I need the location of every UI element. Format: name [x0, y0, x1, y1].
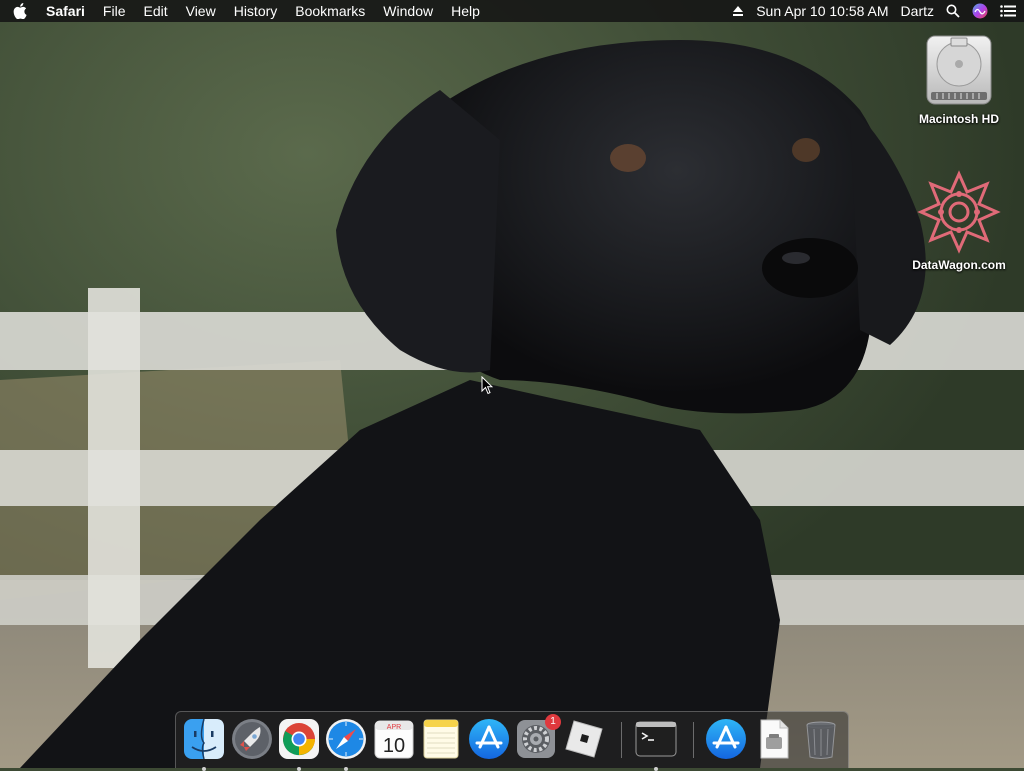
dock-separator — [693, 722, 694, 758]
menu-view[interactable]: View — [177, 0, 225, 22]
spotlight-search-icon[interactable] — [946, 4, 960, 18]
apple-icon — [13, 3, 27, 19]
menu-edit[interactable]: Edit — [134, 0, 176, 22]
desktop-icon-label: DataWagon.com — [912, 258, 1006, 272]
app-store-icon — [706, 719, 746, 759]
dock-item-launchpad[interactable] — [230, 717, 274, 761]
calendar-day: 10 — [383, 735, 405, 757]
dock-item-app-store[interactable] — [467, 717, 511, 761]
launchpad-icon — [232, 719, 272, 759]
menu-window[interactable]: Window — [374, 0, 442, 22]
dock-item-calendar[interactable]: APR 10 — [372, 717, 416, 761]
calendar-icon: APR 10 — [374, 720, 414, 759]
datawagon-icon — [917, 170, 1001, 254]
dock: APR 10 1 — [175, 711, 849, 771]
trash-icon — [806, 721, 836, 759]
mouse-cursor-icon — [481, 376, 493, 395]
dock-item-finder[interactable] — [182, 717, 226, 771]
siri-icon[interactable] — [972, 3, 988, 19]
safari-icon — [326, 719, 366, 759]
desktop-icon-macintosh-hd[interactable]: Macintosh HD — [899, 32, 1019, 126]
eject-icon[interactable] — [732, 5, 744, 17]
document-icon — [760, 719, 789, 759]
menu-history[interactable]: History — [225, 0, 287, 22]
apple-menu[interactable] — [0, 3, 40, 19]
terminal-icon — [635, 721, 677, 757]
dock-item-system-preferences[interactable]: 1 — [514, 714, 561, 761]
dock-separator — [621, 722, 622, 758]
finder-icon — [184, 718, 224, 760]
notification-badge: 1 — [545, 714, 561, 730]
desktop-icon-label: Macintosh HD — [918, 112, 999, 126]
dock-item-notes[interactable] — [419, 717, 463, 761]
dock-item-app-store-installer[interactable] — [704, 717, 748, 761]
dock-item-chrome[interactable] — [277, 717, 321, 771]
app-store-icon — [469, 719, 509, 759]
desktop-wallpaper — [0, 0, 1024, 768]
dock-item-preview-doc[interactable] — [752, 717, 796, 761]
menu-bookmarks[interactable]: Bookmarks — [286, 0, 374, 22]
roblox-icon — [565, 720, 603, 758]
menu-help[interactable]: Help — [442, 0, 489, 22]
notes-icon — [423, 719, 459, 759]
dock-item-terminal[interactable] — [634, 717, 678, 771]
chrome-icon — [279, 719, 319, 759]
menubar-user[interactable]: Dartz — [901, 3, 934, 19]
desktop-icon-datawagon[interactable]: DataWagon.com — [899, 170, 1019, 272]
menu-bar: Safari File Edit View History Bookmarks … — [0, 0, 1024, 22]
calendar-month: APR — [387, 724, 401, 731]
hard-drive-icon — [926, 35, 992, 105]
dock-item-safari[interactable] — [324, 717, 368, 771]
dock-item-trash[interactable] — [799, 717, 843, 761]
menubar-clock[interactable]: Sun Apr 10 10:58 AM — [756, 3, 888, 19]
notification-center-icon[interactable] — [1000, 5, 1016, 17]
dock-item-roblox[interactable] — [562, 717, 606, 761]
menu-file[interactable]: File — [94, 0, 135, 22]
menu-app-safari[interactable]: Safari — [40, 0, 94, 22]
